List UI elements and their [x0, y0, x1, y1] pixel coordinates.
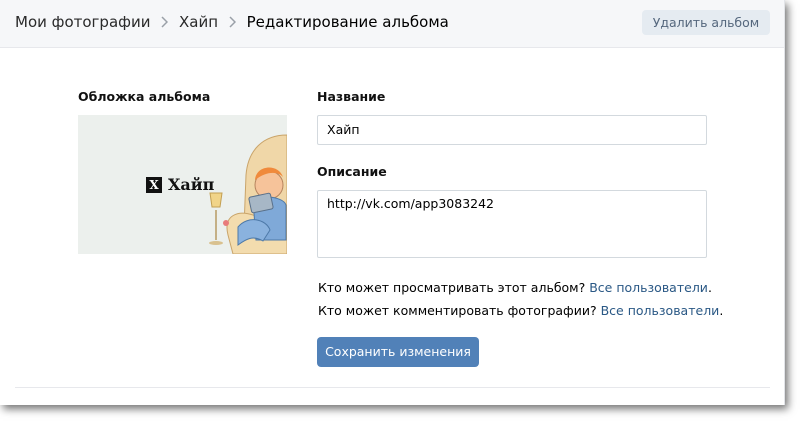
cover-logo: X [146, 176, 162, 193]
album-edit-panel: Мои фотографии Хайп Редактирование альбо… [0, 0, 785, 405]
view-privacy-link[interactable]: Все пользователи [589, 280, 708, 295]
chevron-right-icon [229, 12, 236, 32]
breadcrumb-current: Редактирование альбома [246, 13, 449, 31]
chevron-right-icon [161, 12, 169, 32]
album-name-input[interactable]: Хайп [317, 115, 707, 145]
girl-in-armchair-illustration [209, 134, 287, 254]
breadcrumb-album[interactable]: Хайп [179, 13, 218, 31]
save-changes-button[interactable]: Сохранить изменения [317, 337, 479, 367]
description-label: Описание [317, 164, 387, 179]
cover-label: Обложка альбома [78, 89, 211, 104]
page-header: Мои фотографии Хайп Редактирование альбо… [0, 0, 784, 48]
view-privacy-question: Кто может просматривать этот альбом? [318, 280, 586, 295]
cover-title: X Хайп [146, 175, 214, 194]
view-privacy-row: Кто может просматривать этот альбом? Все… [318, 280, 712, 295]
comment-privacy-question: Кто может комментировать фотографии? [318, 303, 597, 318]
delete-album-button[interactable]: Удалить альбом [642, 10, 770, 35]
comment-privacy-row: Кто может комментировать фотографии? Все… [318, 303, 723, 318]
comment-privacy-period: . [719, 303, 724, 318]
comment-privacy-link[interactable]: Все пользователи [601, 303, 720, 318]
breadcrumb: Мои фотографии Хайп Редактирование альбо… [15, 12, 449, 32]
breadcrumb-my-photos[interactable]: Мои фотографии [15, 13, 150, 31]
album-cover-image[interactable]: X Хайп [78, 115, 287, 254]
album-description-textarea[interactable]: http://vk.com/app3083242 [317, 190, 707, 258]
name-label: Название [317, 89, 386, 104]
view-privacy-period: . [707, 280, 712, 295]
footer-divider [15, 387, 770, 388]
